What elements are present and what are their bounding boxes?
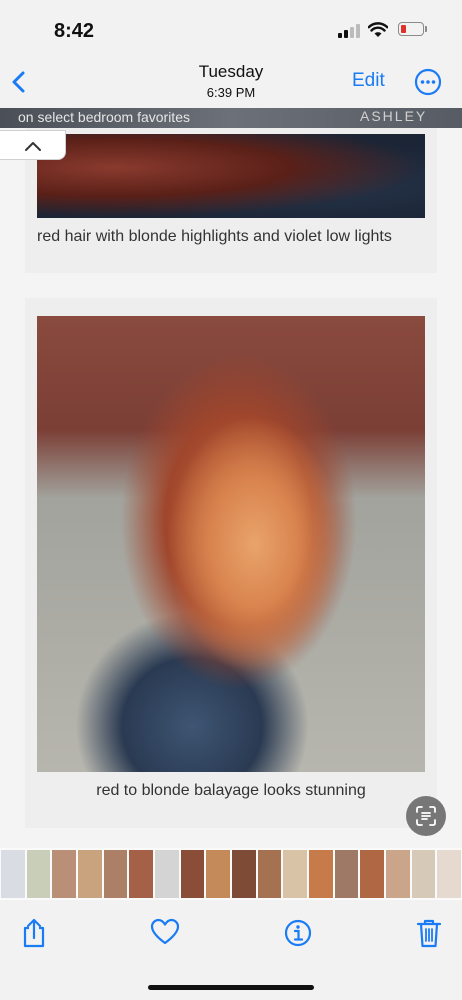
photo-thumbnail[interactable] [386,850,410,898]
card-caption: red hair with blonde highlights and viol… [37,228,392,245]
photo-thumbnail[interactable] [206,850,230,898]
photo-thumbnail[interactable] [360,850,384,898]
hair-photo[interactable] [37,316,425,772]
result-card[interactable]: red hair with blonde highlights and viol… [25,128,437,273]
photo-thumbnail[interactable] [78,850,102,898]
photo-content[interactable]: red hair with blonde highlights and viol… [0,108,462,848]
navigation-bar: Tuesday 6:39 PM Edit [0,56,462,108]
more-icon[interactable] [414,68,442,96]
signal-icon [338,24,362,38]
photo-thumbnail[interactable] [129,850,153,898]
photo-thumbnail[interactable] [437,850,461,898]
photo-thumbnail[interactable] [180,850,205,898]
ad-text: on select bedroom favorites [18,109,190,125]
live-text-button[interactable] [406,796,446,836]
photo-thumbnail[interactable] [103,850,128,898]
status-bar: 8:42 [0,0,462,56]
live-text-icon [416,806,436,826]
photo-thumbnail[interactable] [1,850,25,898]
photo-thumbnail[interactable] [232,850,256,898]
nav-title: Tuesday [198,62,264,81]
card-caption: red to blonde balayage looks stunning [96,782,366,799]
share-icon[interactable] [20,918,48,948]
hair-photo[interactable] [37,134,425,218]
photo-thumbnail[interactable] [257,850,282,898]
photo-thumbnail[interactable] [334,850,359,898]
status-time: 8:42 [54,20,95,42]
result-card[interactable]: red to blonde balayage looks stunning [25,298,437,828]
info-icon[interactable] [284,918,312,948]
wifi-icon [367,22,389,38]
photo-thumbnail[interactable] [411,850,436,898]
ad-banner[interactable]: on select bedroom favorites ASHLEY [0,108,462,128]
collapse-chevron-icon [25,142,41,151]
photo-thumbnail[interactable] [309,850,333,898]
battery-icon [398,22,428,38]
collapse-button[interactable] [0,130,66,160]
home-indicator [148,985,314,990]
heart-icon[interactable] [150,918,180,948]
photo-thumbnail[interactable] [155,850,179,898]
trash-icon[interactable] [416,918,444,948]
nav-subtitle: 6:39 PM [206,85,256,100]
photo-thumbnail[interactable] [283,850,307,898]
photo-thumbnail[interactable] [52,850,76,898]
thumbnail-strip[interactable] [0,848,462,900]
photo-thumbnail[interactable] [26,850,51,898]
edit-button[interactable]: Edit [352,70,385,92]
ad-brand: ASHLEY [360,108,428,124]
